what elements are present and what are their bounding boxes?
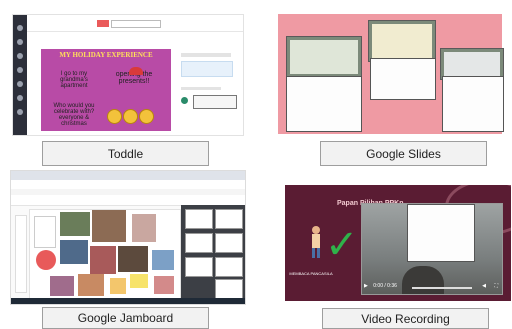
toddle-side-heading — [181, 53, 231, 57]
google-slides-screenshot — [278, 14, 504, 134]
toddle-screenshot: MY HOLIDAY EXPERIENCE I go to my grandma… — [12, 14, 244, 136]
comment-input — [193, 95, 237, 109]
video-recording-screenshot: Papan Pilihan PPKn ✓ MEMBACA PANCASILA ▶… — [285, 185, 511, 301]
redacted-box — [370, 58, 436, 100]
toddle-side-info-box — [181, 61, 233, 77]
seek-bar[interactable] — [412, 287, 472, 289]
browser-tab-strip — [11, 171, 245, 180]
smiley-emoji-icon — [107, 109, 122, 124]
check-mark-icon: ✓ — [325, 222, 359, 268]
santa-hat-icon — [129, 67, 143, 75]
photo — [78, 274, 104, 296]
photo — [154, 276, 174, 294]
toddle-red-tag — [97, 20, 109, 27]
toddle-label: Toddle — [42, 141, 209, 166]
frame-thumbnail — [215, 257, 243, 277]
slide-photo-2 — [368, 20, 436, 62]
slide-photo-1 — [286, 36, 362, 78]
fullscreen-icon[interactable]: ⛶ — [494, 283, 498, 289]
jamboard-frame-panel — [181, 205, 245, 301]
photo — [50, 276, 74, 296]
smiley-emoji-icon — [139, 109, 154, 124]
card-title: MY HOLIDAY EXPERIENCE — [59, 51, 153, 59]
frame-thumbnail — [185, 233, 213, 253]
play-icon[interactable]: ▶ — [364, 283, 368, 289]
child-illustration-icon — [312, 226, 320, 258]
video-recording-label: Video Recording — [322, 308, 489, 329]
slide-caption: MEMBACA PANCASILA — [289, 271, 333, 276]
photo — [132, 214, 156, 242]
photo — [90, 246, 116, 274]
redacted-box — [286, 76, 362, 132]
sticky-note — [110, 278, 126, 294]
avatar — [181, 97, 188, 104]
frame-thumbnail — [215, 209, 243, 229]
redacted-box — [442, 76, 504, 132]
frame-thumbnail — [215, 279, 243, 299]
photo — [60, 212, 90, 236]
google-jamboard-label: Google Jamboard — [42, 307, 209, 329]
photo — [60, 240, 88, 264]
google-jamboard-screenshot — [10, 170, 246, 305]
holiday-experience-card: MY HOLIDAY EXPERIENCE I go to my grandma… — [41, 49, 171, 131]
video-player[interactable]: ▶ 0:00 / 0:36 ◀ ⛶ — [361, 203, 503, 295]
os-taskbar — [11, 298, 245, 304]
card-answer-1: I go to my grandma's apartment — [60, 71, 88, 89]
photo — [118, 246, 148, 272]
time-display: 0:00 / 0:36 — [373, 283, 397, 289]
toddle-search-field — [111, 20, 161, 28]
jamboard-canvas — [29, 209, 181, 301]
photo — [92, 210, 126, 242]
jamboard-toolbar — [15, 215, 27, 293]
frame-thumbnail — [215, 233, 243, 253]
volume-icon[interactable]: ◀ — [482, 283, 486, 289]
google-slides-label: Google Slides — [320, 141, 487, 166]
photo — [36, 250, 56, 270]
frame-thumbnail — [185, 209, 213, 229]
toddle-side-subheading — [181, 87, 221, 90]
sticky-note — [130, 274, 148, 288]
video-controls[interactable]: ▶ 0:00 / 0:36 ◀ ⛶ — [364, 283, 500, 293]
photo — [152, 250, 174, 270]
smiley-emoji-icon — [123, 109, 138, 124]
toddle-sidebar-rail — [13, 15, 27, 135]
redacted-box — [407, 204, 475, 262]
frame-thumbnail — [185, 257, 213, 277]
text-note — [34, 216, 56, 248]
card-answer-3: Who would you celebrate with? everyone &… — [53, 103, 95, 127]
